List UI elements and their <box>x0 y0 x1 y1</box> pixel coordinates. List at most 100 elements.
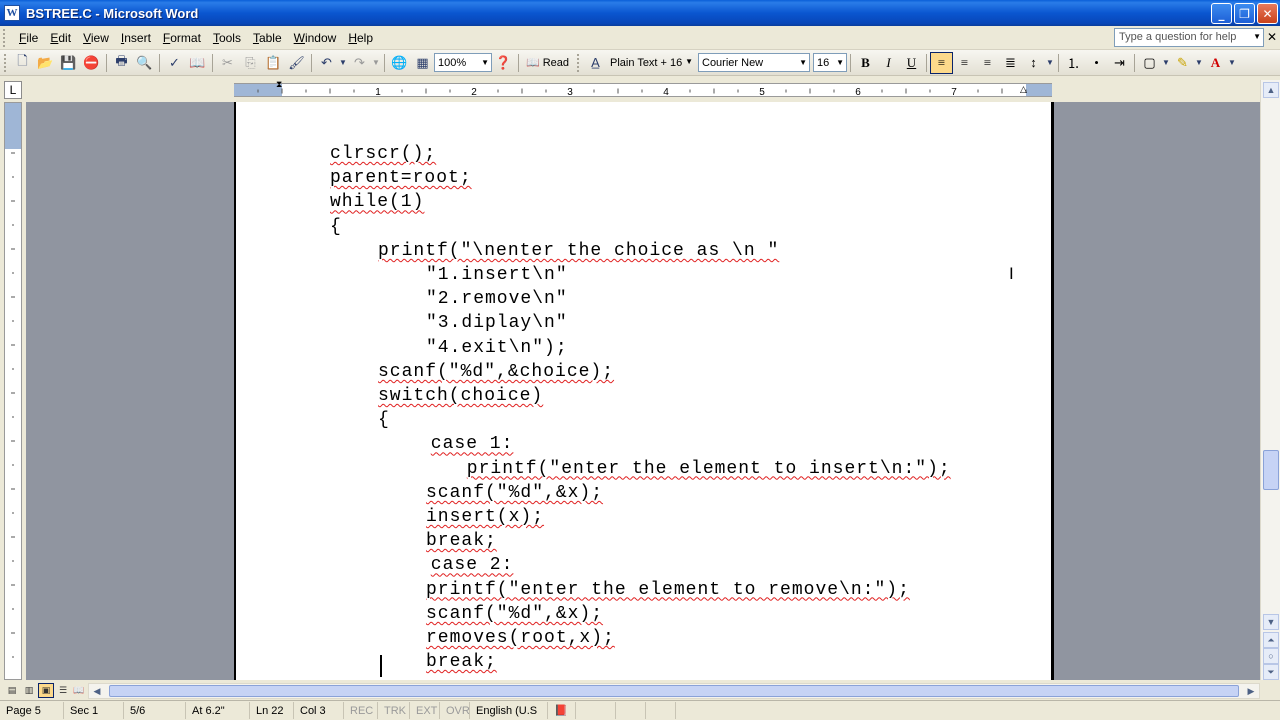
italic-button[interactable]: I <box>877 52 900 74</box>
browse-object-icon[interactable]: ○ <box>1263 648 1279 664</box>
menu-tools[interactable]: Tools <box>207 28 247 48</box>
status-section[interactable]: Sec 1 <box>64 702 124 719</box>
code-line[interactable]: "4.exit\n"); <box>426 338 568 358</box>
read-button[interactable]: 📖 Read <box>522 52 573 74</box>
align-right-icon[interactable]: ≡ <box>976 52 999 74</box>
code-line[interactable]: "1.insert\n" <box>426 265 568 285</box>
tab-selector[interactable]: L <box>4 81 22 99</box>
spelling-icon[interactable]: ✓ <box>163 52 186 74</box>
status-column[interactable]: Col 3 <box>294 702 344 719</box>
code-line[interactable]: { <box>378 410 390 430</box>
hyperlink-icon[interactable]: 🌐 <box>388 52 411 74</box>
font-color-dropdown-icon[interactable]: ▼ <box>1227 52 1237 74</box>
format-painter-icon[interactable]: 🖌 <box>285 52 308 74</box>
redo-icon[interactable]: ↷ <box>348 52 371 74</box>
status-line[interactable]: Ln 22 <box>250 702 294 719</box>
status-rec[interactable]: REC <box>344 702 378 719</box>
code-line[interactable]: printf("enter the element to remove\n:")… <box>426 580 910 600</box>
menu-help[interactable]: Help <box>342 28 379 48</box>
redo-dropdown-icon[interactable]: ▼ <box>371 52 381 74</box>
code-line[interactable]: case 2: <box>431 555 514 575</box>
code-line[interactable]: break; <box>426 531 497 551</box>
bullets-icon[interactable]: • <box>1085 52 1108 74</box>
vertical-scroll-thumb[interactable] <box>1263 450 1279 490</box>
code-line[interactable]: { <box>330 217 342 237</box>
menu-view[interactable]: View <box>77 28 115 48</box>
print-icon[interactable]: 🖶 <box>110 52 133 74</box>
font-size-select[interactable]: 16 ▼ <box>813 53 847 72</box>
open-folder-icon[interactable]: 📂 <box>34 52 57 74</box>
code-line[interactable]: insert(x); <box>426 507 544 527</box>
restore-button[interactable]: ❐ <box>1234 3 1255 24</box>
menu-file[interactable]: File <box>13 28 44 48</box>
document-close-icon[interactable]: ✕ <box>1267 30 1277 44</box>
code-line[interactable]: scanf("%d",&x); <box>426 483 603 503</box>
outline-view-icon[interactable]: ☰ <box>55 683 71 698</box>
horizontal-scroll-thumb[interactable] <box>109 685 1239 697</box>
web-layout-icon[interactable]: ▥ <box>21 683 37 698</box>
code-line[interactable]: while(1) <box>330 192 424 212</box>
align-left-icon[interactable]: ≡ <box>930 51 953 74</box>
increase-indent-icon[interactable]: ⇥ <box>1108 52 1131 74</box>
horizontal-scrollbar[interactable]: ◀ ▶ <box>88 683 1260 699</box>
scroll-down-icon[interactable]: ▼ <box>1263 614 1279 630</box>
spelling-status-icon[interactable]: 📕 <box>548 702 576 719</box>
normal-view-icon[interactable]: ▤ <box>4 683 20 698</box>
status-ext[interactable]: EXT <box>410 702 440 719</box>
code-line[interactable]: "3.diplay\n" <box>426 313 568 333</box>
code-line[interactable]: parent=root; <box>330 168 472 188</box>
toolbar-grip[interactable] <box>577 53 581 72</box>
menu-window[interactable]: Window <box>288 28 343 48</box>
document-workspace[interactable]: I clrscr(); parent=root; while(1) {printf("… <box>26 102 1260 680</box>
highlight-dropdown-icon[interactable]: ▼ <box>1194 52 1204 74</box>
save-icon[interactable]: 💾 <box>57 52 80 74</box>
status-ovr[interactable]: OVR <box>440 702 470 719</box>
minimize-button[interactable]: _ <box>1211 3 1232 24</box>
font-select[interactable]: Courier New ▼ <box>698 53 810 72</box>
toolbar-grip[interactable] <box>4 53 8 72</box>
chevron-down-icon[interactable]: ▼ <box>1253 32 1261 41</box>
code-line[interactable]: printf("\nenter the choice as \n " <box>378 241 779 261</box>
menu-table[interactable]: Table <box>247 28 288 48</box>
print-layout-icon[interactable]: ▣ <box>38 683 54 698</box>
code-line[interactable]: printf("enter the element to insert\n:")… <box>467 459 951 479</box>
menu-edit[interactable]: Edit <box>44 28 77 48</box>
reading-layout-icon[interactable]: 📖 <box>71 683 87 698</box>
help-search-input[interactable]: Type a question for help ▼ <box>1114 28 1264 47</box>
code-line[interactable]: scanf("%d",&x); <box>426 604 603 624</box>
menu-grip[interactable] <box>3 28 9 47</box>
horizontal-ruler[interactable]: 1 2 3 4 5 6 7 ⧗ △ <box>234 79 1052 98</box>
copy-icon[interactable]: ⎘ <box>239 52 262 74</box>
styles-formatting-icon[interactable]: A̲ <box>584 52 607 74</box>
vertical-scrollbar[interactable]: ▲ ▼ ⏶ ○ ⏷ <box>1260 80 1280 680</box>
highlight-icon[interactable]: ✎ <box>1171 52 1194 74</box>
code-line[interactable]: switch(choice) <box>378 386 543 406</box>
justify-icon[interactable]: ≣ <box>999 52 1022 74</box>
right-indent-marker[interactable]: △ <box>1020 84 1027 95</box>
status-pages[interactable]: 5/6 <box>124 702 186 719</box>
code-line[interactable]: break; <box>426 652 497 672</box>
permission-icon[interactable]: ⛔ <box>80 52 103 74</box>
scroll-up-icon[interactable]: ▲ <box>1263 82 1279 98</box>
borders-dropdown-icon[interactable]: ▼ <box>1161 52 1171 74</box>
code-line[interactable]: "2.remove\n" <box>426 289 568 309</box>
document-page[interactable]: I clrscr(); parent=root; while(1) {printf("… <box>234 102 1054 680</box>
code-line[interactable]: removes(root,x); <box>426 628 615 648</box>
menu-format[interactable]: Format <box>157 28 207 48</box>
indent-marker[interactable]: ⧗ <box>276 79 282 90</box>
code-line[interactable]: case 1: <box>431 434 514 454</box>
status-page[interactable]: Page 5 <box>0 702 64 719</box>
menu-insert[interactable]: Insert <box>115 28 157 48</box>
line-spacing-icon[interactable]: ↕ <box>1022 52 1045 74</box>
previous-page-icon[interactable]: ⏶ <box>1263 632 1279 648</box>
tables-borders-icon[interactable]: ▦ <box>411 52 434 74</box>
underline-button[interactable]: U <box>900 52 923 74</box>
align-center-icon[interactable]: ≡ <box>953 52 976 74</box>
borders-icon[interactable]: ▢ <box>1138 52 1161 74</box>
scroll-left-icon[interactable]: ◀ <box>89 683 105 699</box>
status-trk[interactable]: TRK <box>378 702 410 719</box>
status-at[interactable]: At 6.2" <box>186 702 250 719</box>
zoom-select[interactable]: 100% ▼ <box>434 53 492 72</box>
close-button[interactable]: ✕ <box>1257 3 1278 24</box>
cut-icon[interactable]: ✂ <box>216 52 239 74</box>
